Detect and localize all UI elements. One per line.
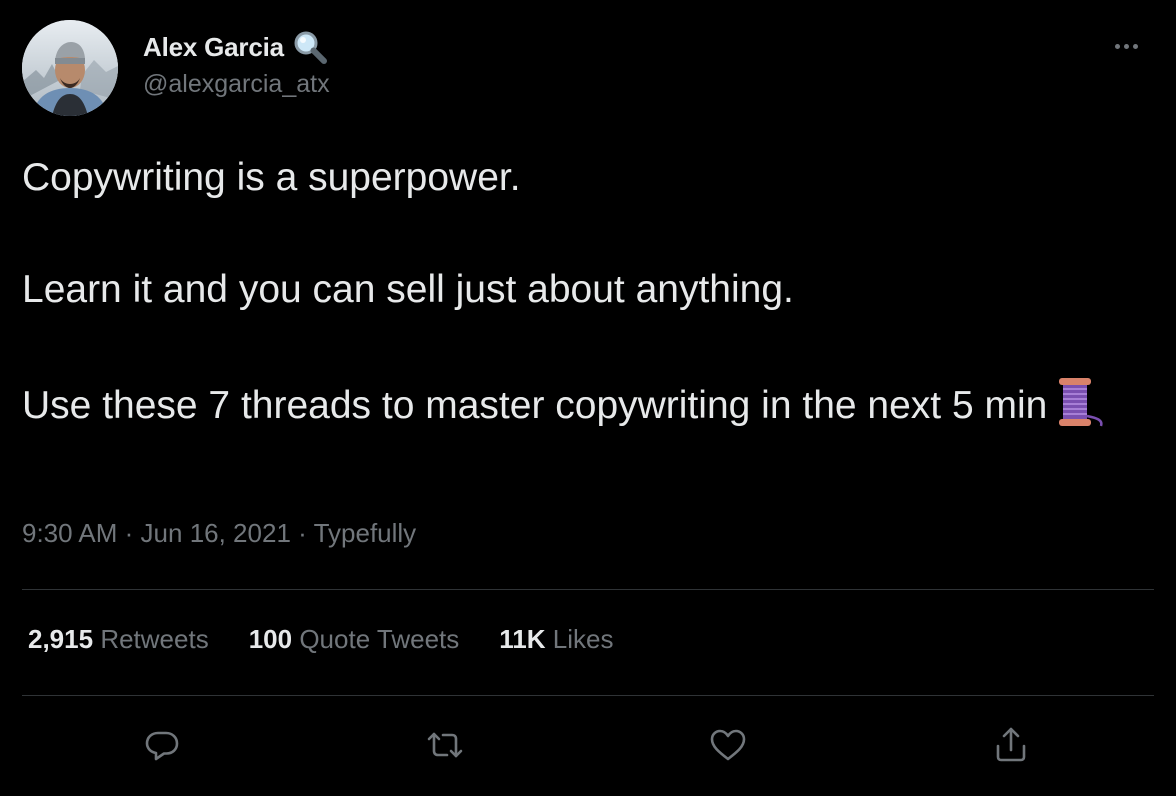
action-bar (0, 720, 1176, 770)
engagement-stats: 2,915 Retweets 100 Quote Tweets 11K Like… (28, 624, 653, 655)
author-name-row: Alex Garcia (143, 30, 330, 64)
tweet-line-with-emoji: Use these 7 threads to master copywritin… (22, 374, 1162, 434)
stat-count: 2,915 (28, 624, 94, 654)
tweet-detail: Alex Garcia @alexgarcia_atx Copywriting … (0, 0, 1176, 796)
tweet-line: Use these 7 threads to master copywritin… (22, 384, 1048, 427)
likes-stat[interactable]: 11K Likes (499, 624, 613, 655)
retweet-icon (427, 732, 463, 758)
author-display-name[interactable]: Alex Garcia (143, 32, 284, 63)
stat-count: 11K (499, 624, 546, 654)
tweet-meta: 9:30 AM · Jun 16, 2021 · Typefully (22, 518, 416, 549)
stat-count: 100 (248, 624, 293, 654)
tweet-date[interactable]: Jun 16, 2021 (141, 518, 291, 548)
like-button[interactable] (703, 720, 753, 770)
thread-spool-icon (1053, 374, 1107, 430)
stat-label: Quote Tweets (299, 624, 460, 654)
retweet-button[interactable] (420, 720, 470, 770)
author-handle[interactable]: @alexgarcia_atx (143, 70, 330, 99)
stat-label: Retweets (100, 624, 209, 654)
author-block: Alex Garcia @alexgarcia_atx (143, 30, 330, 99)
meta-separator: · (298, 518, 307, 548)
tweet-line: Copywriting is a superpower. (22, 156, 521, 199)
tweet-time[interactable]: 9:30 AM (22, 518, 117, 548)
like-icon (710, 729, 746, 761)
stat-label: Likes (552, 624, 614, 654)
reply-button[interactable] (137, 720, 187, 770)
tweet-line: Learn it and you can sell just about any… (22, 268, 794, 311)
share-button[interactable] (986, 720, 1036, 770)
tweet-source[interactable]: Typefully (314, 518, 417, 548)
divider (22, 589, 1154, 590)
quote-tweets-stat[interactable]: 100 Quote Tweets (249, 624, 460, 655)
meta-separator: · (124, 518, 134, 548)
magnifying-glass-icon (292, 29, 328, 65)
tweet-text: Copywriting is a superpower. Learn it an… (22, 150, 1162, 434)
retweets-stat[interactable]: 2,915 Retweets (28, 624, 209, 655)
avatar-photo (22, 20, 118, 116)
divider (22, 695, 1154, 696)
avatar[interactable] (22, 20, 118, 116)
reply-icon (145, 731, 179, 761)
more-options-icon[interactable] (1106, 34, 1146, 58)
share-icon (996, 727, 1026, 762)
